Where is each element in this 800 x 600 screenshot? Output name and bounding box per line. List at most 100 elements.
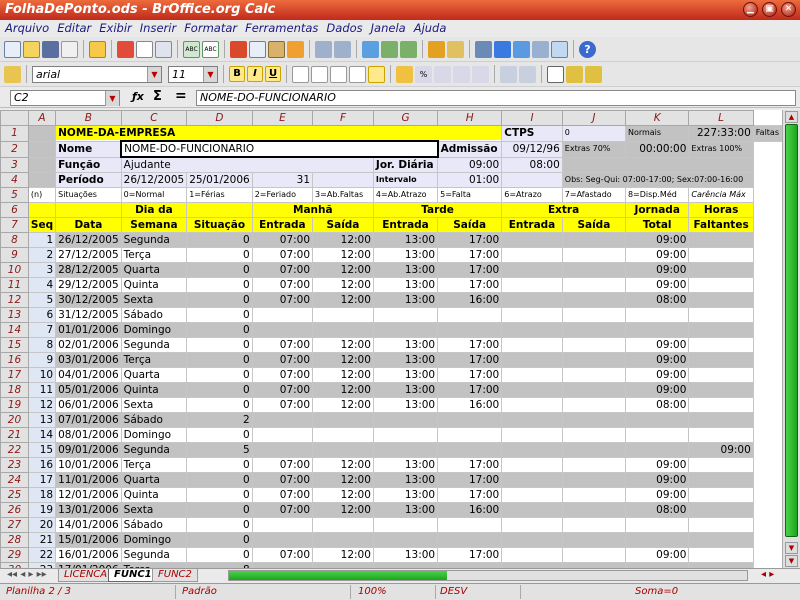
situacao-cell[interactable]: 0 <box>186 307 253 323</box>
manha-saida-cell[interactable] <box>312 532 374 548</box>
tarde-saida-cell[interactable]: 17:00 <box>437 472 503 488</box>
extra-saida-cell[interactable] <box>561 427 626 443</box>
header-horas[interactable]: Horas <box>688 202 754 218</box>
extra-entrada-cell[interactable] <box>501 487 563 503</box>
row-header[interactable]: 8 <box>0 232 29 248</box>
total-cell[interactable] <box>624 412 690 428</box>
funcao-value[interactable]: Ajudante <box>120 156 374 173</box>
extra-entrada-cell[interactable] <box>501 517 563 533</box>
extra-saida-cell[interactable] <box>561 352 626 368</box>
jornada-start[interactable]: 09:00 <box>437 156 503 173</box>
row-header[interactable]: 25 <box>0 487 29 503</box>
cell[interactable] <box>312 172 374 188</box>
new-document-icon[interactable] <box>4 40 21 58</box>
tarde-saida-cell[interactable]: 17:00 <box>437 247 503 263</box>
situacao-cell[interactable]: 0 <box>186 457 253 473</box>
faltantes-cell[interactable] <box>688 547 754 563</box>
legend-cell[interactable]: 2=Feriado <box>251 187 314 203</box>
font-name-dropdown[interactable]: arial ▼ <box>32 65 162 83</box>
tarde-saida-cell[interactable] <box>437 322 503 338</box>
maximize-button[interactable]: ▣ <box>762 2 777 17</box>
seq-cell[interactable]: 10 <box>27 367 57 383</box>
seq-cell[interactable]: 22 <box>27 547 57 563</box>
date-cell[interactable]: 30/12/2005 <box>55 292 122 308</box>
column-header-i[interactable]: I <box>501 110 563 126</box>
legend-cell[interactable]: 4=Ab.Atrazo <box>372 187 439 203</box>
date-cell[interactable]: 08/01/2006 <box>55 427 122 443</box>
tarde-entrada-cell[interactable]: 13:00 <box>372 247 439 263</box>
date-cell[interactable]: 28/12/2005 <box>55 262 122 278</box>
extra-entrada-cell[interactable] <box>501 322 563 338</box>
menu-arquivo[interactable]: Arquivo <box>5 20 49 37</box>
manha-entrada-cell[interactable] <box>251 532 314 548</box>
justify-icon[interactable] <box>349 65 366 83</box>
total-cell[interactable] <box>624 427 690 443</box>
row-header[interactable]: 1 <box>0 125 29 142</box>
manha-saida-cell[interactable]: 12:00 <box>312 247 374 263</box>
font-size-dropdown[interactable]: 11 ▼ <box>168 65 218 83</box>
extra-entrada-cell[interactable] <box>501 427 563 443</box>
extra-saida-cell[interactable] <box>561 457 626 473</box>
seq-cell[interactable]: 6 <box>27 307 57 323</box>
extra-entrada-cell[interactable] <box>501 382 563 398</box>
manha-saida-cell[interactable]: 12:00 <box>312 277 374 293</box>
row-header[interactable]: 24 <box>0 472 29 488</box>
merge-cells-icon[interactable] <box>368 65 385 83</box>
seq-cell[interactable]: 2 <box>27 247 57 263</box>
tarde-entrada-cell[interactable] <box>372 307 439 323</box>
spellcheck-icon[interactable]: ABC <box>183 40 200 58</box>
header-extra[interactable]: Extra <box>501 202 626 218</box>
manha-saida-cell[interactable] <box>312 427 374 443</box>
open-folder-icon[interactable] <box>23 40 40 58</box>
tarde-saida-cell[interactable]: 17:00 <box>437 337 503 353</box>
manha-entrada-cell[interactable]: 07:00 <box>251 247 314 263</box>
manha-saida-cell[interactable]: 12:00 <box>312 292 374 308</box>
faltantes-cell[interactable] <box>688 382 754 398</box>
faltantes-cell[interactable] <box>688 262 754 278</box>
situacao-cell[interactable]: 0 <box>186 397 253 413</box>
situacao-cell[interactable]: 0 <box>186 532 253 548</box>
legend-cell[interactable]: 3=Ab.Faltas <box>312 187 374 203</box>
manha-entrada-cell[interactable]: 07:00 <box>251 352 314 368</box>
column-header-g[interactable]: G <box>372 110 439 126</box>
date-cell[interactable]: 31/12/2005 <box>55 307 122 323</box>
extra-saida-cell[interactable] <box>561 397 626 413</box>
menu-janela[interactable]: Janela <box>371 20 406 37</box>
date-cell[interactable]: 11/01/2006 <box>55 472 122 488</box>
underline-button[interactable]: U <box>265 66 281 82</box>
header-k[interactable]: Total <box>624 217 690 233</box>
date-cell[interactable]: 09/01/2006 <box>55 442 122 458</box>
seq-cell[interactable]: 5 <box>27 292 57 308</box>
manha-saida-cell[interactable]: 12:00 <box>312 337 374 353</box>
seq-cell[interactable]: 15 <box>27 442 57 458</box>
total-cell[interactable]: 08:00 <box>624 502 690 518</box>
tarde-entrada-cell[interactable]: 13:00 <box>372 487 439 503</box>
extra-entrada-cell[interactable] <box>501 247 563 263</box>
menu-formatar[interactable]: Formatar <box>184 20 237 37</box>
extra-saida-cell[interactable] <box>561 517 626 533</box>
faltantes-cell[interactable] <box>688 487 754 503</box>
menu-inserir[interactable]: Inserir <box>140 20 176 37</box>
menu-exibir[interactable]: Exibir <box>99 20 132 37</box>
extra-entrada-cell[interactable] <box>501 502 563 518</box>
legend-cell[interactable]: 1=Férias <box>186 187 253 203</box>
seq-cell[interactable]: 16 <box>27 457 57 473</box>
weekday-cell[interactable]: Quarta <box>120 472 188 488</box>
extra-saida-cell[interactable] <box>561 382 626 398</box>
tarde-entrada-cell[interactable] <box>372 532 439 548</box>
intervalo-label[interactable]: Intervalo <box>372 172 439 188</box>
tarde-saida-cell[interactable] <box>437 532 503 548</box>
cell-table[interactable]: A B C D E F G H I J K L 1 NOME-DA-EMPRESA CTPS 0 Normais… <box>0 110 782 568</box>
row-header[interactable]: 27 <box>0 517 29 533</box>
manha-saida-cell[interactable] <box>312 517 374 533</box>
extra-entrada-cell[interactable] <box>501 277 563 293</box>
column-header-e[interactable]: E <box>251 110 314 126</box>
manha-entrada-cell[interactable]: 07:00 <box>251 397 314 413</box>
total-cell[interactable]: 08:00 <box>624 292 690 308</box>
name-box[interactable]: C2 ▼ <box>10 90 120 106</box>
date-cell[interactable]: 01/01/2006 <box>55 322 122 338</box>
manha-saida-cell[interactable]: 12:00 <box>312 397 374 413</box>
extra-saida-cell[interactable] <box>561 337 626 353</box>
font-color-icon[interactable] <box>585 65 602 83</box>
situacao-cell[interactable]: 0 <box>186 382 253 398</box>
